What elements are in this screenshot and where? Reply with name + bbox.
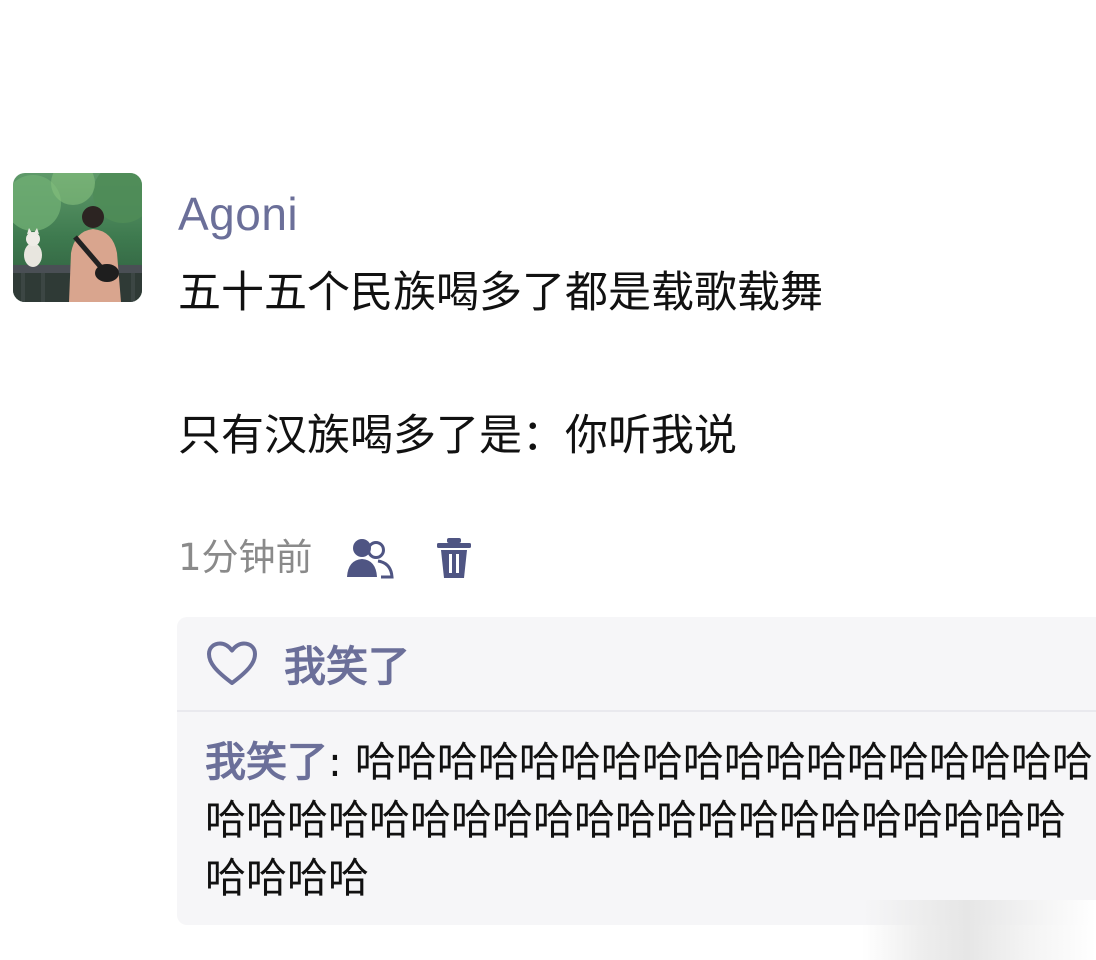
username[interactable]: Agoni (178, 186, 298, 242)
scroll-overlay (862, 900, 1096, 960)
avatar-image (13, 173, 142, 302)
avatar[interactable] (13, 173, 142, 302)
liker-name[interactable]: 我笑了 (284, 633, 410, 694)
comment-text-line-1: 五十五个民族喝多了都是载歌载舞 (178, 268, 823, 318)
comment-post: Agoni 五十五个民族喝多了都是载歌载舞 只有汉族喝多了是：你听我说 1分钟前 (0, 0, 1096, 960)
likes-row: 我笑了 (177, 617, 1096, 712)
timestamp: 1分钟前 (178, 536, 313, 579)
users-icon[interactable] (345, 537, 395, 579)
heart-outline-icon[interactable] (206, 641, 258, 687)
reply-separator: : (328, 738, 355, 786)
reply-author[interactable]: 我笑了 (205, 738, 328, 786)
trash-icon[interactable] (435, 537, 473, 579)
reply-item: 我笑了: 哈哈哈哈哈哈哈哈哈哈哈哈哈哈哈哈哈哈哈哈哈哈哈哈哈哈哈哈哈哈哈哈哈哈哈… (205, 733, 1095, 907)
comment-meta: 1分钟前 (178, 530, 473, 586)
reply-section: 我笑了 我笑了: 哈哈哈哈哈哈哈哈哈哈哈哈哈哈哈哈哈哈哈哈哈哈哈哈哈哈哈哈哈哈哈… (177, 617, 1096, 925)
comment-text-line-2: 只有汉族喝多了是：你听我说 (178, 411, 737, 461)
